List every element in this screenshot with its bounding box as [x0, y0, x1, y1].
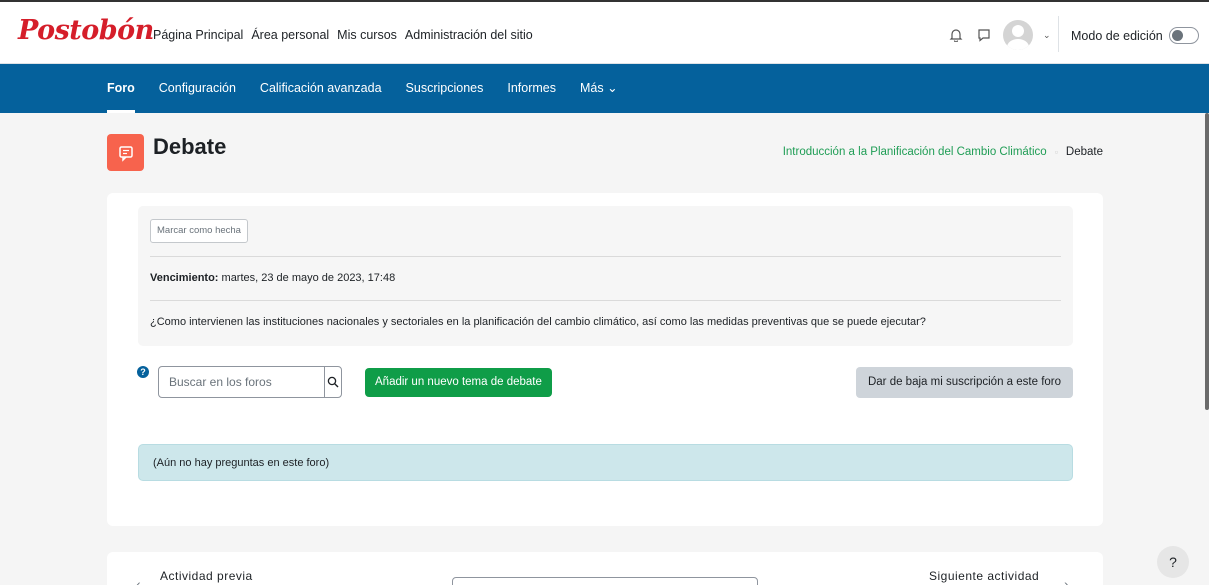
empty-forum-notice: (Aún no hay preguntas en este foro) [138, 444, 1073, 481]
edit-mode-control: Modo de edición [1071, 27, 1199, 44]
user-icons: ⌄ [947, 20, 1051, 50]
nav-my-courses[interactable]: Mis cursos [337, 28, 397, 42]
avatar[interactable] [1003, 20, 1033, 50]
due-date: Vencimiento: martes, 23 de mayo de 2023,… [150, 272, 395, 284]
tab-subscriptions[interactable]: Suscripciones [406, 64, 484, 113]
divider [150, 256, 1061, 257]
top-navbar: Postobón Página Principal Área personal … [0, 0, 1209, 64]
chevron-down-icon: ⌄ [607, 81, 618, 95]
primary-navigation: Página Principal Área personal Mis curso… [153, 28, 533, 42]
page-scrollbar[interactable] [1205, 113, 1209, 410]
nav-dashboard[interactable]: Área personal [251, 28, 329, 42]
search-icon[interactable] [324, 367, 341, 397]
add-discussion-button[interactable]: Añadir un nuevo tema de debate [365, 368, 552, 397]
chat-icon[interactable] [975, 26, 993, 44]
tab-more[interactable]: Más ⌄ [580, 64, 618, 113]
edit-mode-label: Modo de edición [1071, 28, 1163, 43]
jump-to-activity-select[interactable] [452, 577, 758, 585]
unsubscribe-button[interactable]: Dar de baja mi suscripción a este foro [856, 367, 1073, 398]
activity-info-box: Marcar como hecha Vencimiento: martes, 2… [138, 206, 1073, 346]
nav-site-admin[interactable]: Administración del sitio [405, 28, 533, 42]
secondary-navigation: Foro Configuración Calificación avanzada… [0, 64, 1209, 113]
search-input[interactable] [159, 367, 324, 397]
forum-search [158, 366, 342, 398]
breadcrumb-current: Debate [1065, 146, 1103, 158]
chevron-right-icon[interactable]: › [1064, 576, 1069, 585]
tab-forum[interactable]: Foro [107, 64, 135, 113]
page-title: Debate [153, 134, 227, 159]
divider [1058, 16, 1059, 52]
next-activity-link[interactable]: Siguiente actividad [929, 569, 1039, 583]
breadcrumb: Introducción a la Planificación del Camb… [783, 146, 1103, 158]
divider [150, 300, 1061, 301]
breadcrumb-course-link[interactable]: Introducción a la Planificación del Camb… [783, 146, 1047, 158]
bell-icon[interactable] [947, 26, 965, 44]
mark-as-done-button[interactable]: Marcar como hecha [150, 219, 248, 243]
floating-help-button[interactable]: ? [1157, 546, 1189, 578]
breadcrumb-separator-icon: ▫ [1054, 147, 1058, 157]
tab-settings[interactable]: Configuración [159, 64, 236, 113]
tab-advanced-grading[interactable]: Calificación avanzada [260, 64, 382, 113]
due-label: Vencimiento: [150, 272, 219, 284]
forum-description: ¿Como intervienen las instituciones naci… [150, 316, 926, 328]
edit-mode-toggle[interactable] [1168, 27, 1199, 44]
forum-activity-icon [107, 134, 144, 171]
tab-more-label: Más [580, 81, 604, 95]
help-icon[interactable]: ? [137, 366, 149, 378]
previous-activity-link[interactable]: Actividad previa [160, 569, 253, 583]
chevron-left-icon[interactable]: ‹ [136, 576, 141, 585]
due-value: martes, 23 de mayo de 2023, 17:48 [218, 272, 396, 284]
tab-reports[interactable]: Informes [507, 64, 556, 113]
site-logo[interactable]: Postobón [18, 15, 154, 46]
chevron-down-icon[interactable]: ⌄ [1043, 30, 1051, 41]
nav-home[interactable]: Página Principal [153, 28, 243, 42]
